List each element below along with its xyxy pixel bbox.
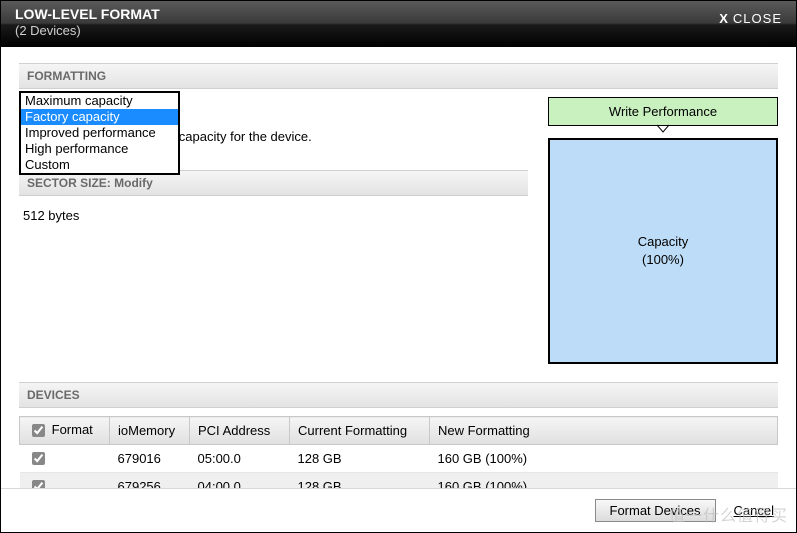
title-bar: LOW-LEVEL FORMAT (2 Devices) X CLOSE <box>1 1 796 47</box>
formatting-dropdown[interactable]: Maximum capacity Factory capacity Improv… <box>19 91 180 175</box>
capacity-diagram: Write Performance Capacity (100%) <box>548 97 778 364</box>
write-performance-box: Write Performance <box>548 97 778 126</box>
format-option-improved[interactable]: Improved performance <box>21 125 178 141</box>
formatting-left: Maximum capacity Factory capacity Improv… <box>19 97 528 364</box>
cell-pci: 05:00.0 <box>190 445 290 473</box>
cancel-link[interactable]: Cancel <box>734 503 774 518</box>
capacity-label: Capacity <box>638 233 689 251</box>
select-all-checkbox[interactable] <box>32 424 45 437</box>
dialog-body: FORMATTING Maximum capacity Factory capa… <box>1 47 796 501</box>
dialog-footer: Format Devices Cancel <box>1 488 796 532</box>
col-current: Current Formatting <box>290 417 430 445</box>
col-new: New Formatting <box>430 417 778 445</box>
format-option-maximum[interactable]: Maximum capacity <box>21 93 178 109</box>
col-format-label: Format <box>52 422 93 437</box>
formatting-hint: ctory capacity for the device. <box>147 129 528 144</box>
capacity-percent: (100%) <box>642 251 684 269</box>
diagram-connector-icon <box>548 128 778 138</box>
format-option-custom[interactable]: Custom <box>21 157 178 173</box>
close-icon: X <box>719 11 729 26</box>
dialog-window: LOW-LEVEL FORMAT (2 Devices) X CLOSE FORM… <box>0 0 797 533</box>
row-checkbox[interactable] <box>32 452 45 465</box>
dialog-subtitle: (2 Devices) <box>15 23 160 38</box>
sector-size-label: SECTOR SIZE: <box>27 176 111 190</box>
sector-size-value: 512 bytes <box>23 208 524 223</box>
cell-current: 128 GB <box>290 445 430 473</box>
title-block: LOW-LEVEL FORMAT (2 Devices) <box>15 5 160 38</box>
devices-section: DEVICES Format ioMemory PCI Address Curr… <box>19 382 778 501</box>
dialog-title: LOW-LEVEL FORMAT <box>15 5 160 23</box>
table-header-row: Format ioMemory PCI Address Current Form… <box>20 417 778 445</box>
section-devices-header: DEVICES <box>19 382 778 408</box>
format-devices-button[interactable]: Format Devices <box>595 499 716 522</box>
col-iomemory: ioMemory <box>110 417 190 445</box>
capacity-box: Capacity (100%) <box>548 138 778 364</box>
col-pci: PCI Address <box>190 417 290 445</box>
cell-iomemory: 679016 <box>110 445 190 473</box>
close-button[interactable]: X CLOSE <box>719 5 782 26</box>
section-formatting-header: FORMATTING <box>19 63 778 89</box>
close-label: CLOSE <box>733 11 782 26</box>
table-row: 679016 05:00.0 128 GB 160 GB (100%) <box>20 445 778 473</box>
formatting-split: Maximum capacity Factory capacity Improv… <box>19 97 778 364</box>
sector-modify-link[interactable]: Modify <box>114 176 153 190</box>
format-option-high[interactable]: High performance <box>21 141 178 157</box>
cell-new: 160 GB (100%) <box>430 445 778 473</box>
format-option-factory[interactable]: Factory capacity <box>21 109 178 125</box>
col-format: Format <box>20 417 110 445</box>
